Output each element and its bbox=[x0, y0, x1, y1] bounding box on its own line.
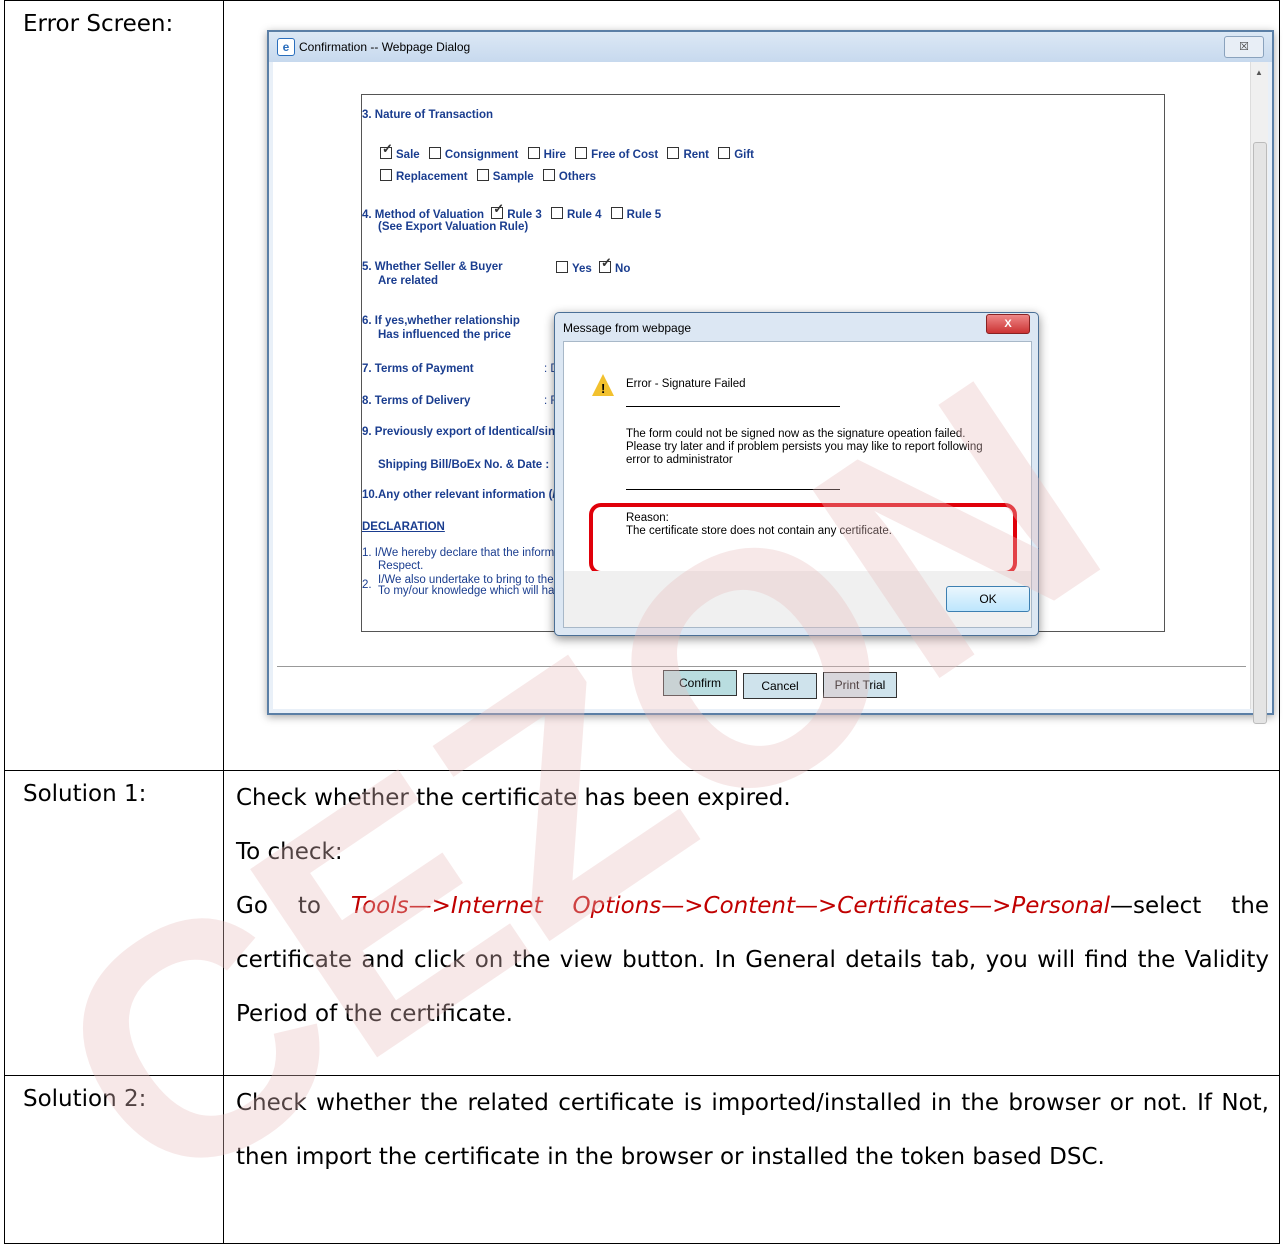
dialog-divider bbox=[277, 666, 1246, 667]
q3-options-row-2: Replacement Sample Others bbox=[380, 169, 596, 183]
warning-mark: ! bbox=[601, 381, 606, 396]
dialog-titlebar: e Confirmation -- Webpage Dialog ☒ bbox=[269, 32, 1272, 62]
opt-rent: Rent bbox=[683, 149, 709, 161]
declaration-2-number: 2. bbox=[362, 579, 372, 591]
ie-icon: e bbox=[277, 38, 295, 56]
message-rule-2 bbox=[626, 489, 840, 490]
checkbox-gift[interactable] bbox=[718, 147, 731, 159]
print-trial-button[interactable]: Print Trial bbox=[823, 672, 897, 698]
checkbox-free-of-cost[interactable] bbox=[575, 147, 588, 159]
message-footer: OK bbox=[563, 571, 1032, 628]
checkbox-rule-5[interactable] bbox=[610, 207, 623, 219]
opt-free-of-cost: Free of Cost bbox=[591, 149, 659, 161]
message-rule-1 bbox=[626, 406, 840, 407]
checkbox-sale[interactable] bbox=[380, 141, 393, 159]
declaration-2b: To my/our knowledge which will have bbox=[378, 585, 567, 597]
confirm-button[interactable]: Confirm bbox=[663, 670, 737, 696]
checkbox-replacement[interactable] bbox=[380, 169, 392, 181]
q3-label: 3. Nature of Transaction bbox=[362, 109, 494, 121]
dialog-close-icon[interactable]: ☒ bbox=[1224, 36, 1264, 58]
opt-rule-5: Rule 5 bbox=[626, 209, 662, 221]
checkbox-hire[interactable] bbox=[527, 147, 540, 159]
checkbox-rent[interactable] bbox=[667, 147, 680, 159]
message-body: ! Error - Signature Failed The form coul… bbox=[563, 341, 1032, 575]
row-label-solution-2: Solution 2: bbox=[4, 1075, 224, 1244]
reason-highlight bbox=[589, 503, 1017, 575]
declaration-1b: Respect. bbox=[378, 560, 424, 572]
q9-label: 9. Previously export of Identical/sin bbox=[362, 426, 556, 438]
message-body-3: error to administrator bbox=[626, 454, 733, 466]
solution-1-cell: Check whether the certificate has been e… bbox=[223, 770, 1280, 1076]
shipping-label: Shipping Bill/BoEx No. & Date : bbox=[378, 459, 550, 471]
opt-rule-3: Rule 3 bbox=[507, 209, 542, 221]
q5-options: Yes No bbox=[556, 255, 631, 275]
q8-label: 8. Terms of Delivery bbox=[362, 395, 471, 407]
declaration-1a: 1. I/We hereby declare that the informat… bbox=[362, 547, 567, 559]
message-title: Message from webpage bbox=[563, 321, 692, 335]
menu-path: Tools—>Internet Options—>Content—>Certif… bbox=[350, 893, 1110, 919]
solution-1-line-2: To check: bbox=[236, 839, 343, 865]
solution-2-text: Check whether the related certificate is… bbox=[236, 1090, 1269, 1170]
opt-others: Others bbox=[558, 171, 596, 183]
q3-options-row-1: Sale Consignment Hire Free of Cost Rent … bbox=[380, 141, 755, 161]
message-box: Message from webpage X ! Error - Signatu… bbox=[554, 312, 1039, 636]
solution-1-steps: Go to Tools—>Internet Options—>Content—>… bbox=[224, 879, 1279, 1041]
message-close-icon[interactable]: X bbox=[986, 314, 1030, 334]
row-label-error-screen: Error Screen: bbox=[4, 0, 224, 771]
opt-rule-4: Rule 4 bbox=[566, 209, 602, 221]
opt-sample: Sample bbox=[492, 171, 534, 183]
declaration-heading: DECLARATION bbox=[362, 521, 445, 533]
message-body-2: Please try later and if problem persists… bbox=[626, 441, 983, 453]
q6-label: 6. If yes,whether relationship bbox=[362, 315, 520, 327]
q4-label: 4. Method of Valuation bbox=[362, 209, 485, 221]
opt-consignment: Consignment bbox=[444, 149, 519, 161]
q10-label: 10.Any other relevant information (/ bbox=[362, 489, 556, 501]
checkbox-others[interactable] bbox=[542, 169, 555, 181]
q6-sub: Has influenced the price bbox=[378, 329, 511, 341]
cancel-button[interactable]: Cancel bbox=[743, 673, 817, 699]
checkbox-q5-no[interactable] bbox=[599, 255, 612, 273]
scroll-up-icon[interactable]: ▲ bbox=[1255, 68, 1263, 77]
q4-sub: (See Export Valuation Rule) bbox=[378, 221, 529, 233]
q5-no: No bbox=[615, 263, 631, 275]
q4-row: 4. Method of Valuation Rule 3 Rule 4 Rul… bbox=[362, 201, 662, 221]
dialog-title: Confirmation -- Webpage Dialog bbox=[299, 40, 471, 54]
row-label-solution-1: Solution 1: bbox=[4, 770, 224, 1076]
checkbox-q5-yes[interactable] bbox=[556, 261, 568, 273]
scroll-thumb[interactable] bbox=[1253, 142, 1267, 724]
q5-yes: Yes bbox=[572, 263, 592, 275]
ok-button[interactable]: OK bbox=[946, 586, 1030, 612]
dialog-scrollbar[interactable]: ▲ bbox=[1250, 62, 1268, 724]
message-body-1: The form could not be signed now as the … bbox=[626, 428, 966, 440]
opt-sale: Sale bbox=[396, 149, 420, 161]
message-heading: Error - Signature Failed bbox=[626, 378, 746, 390]
opt-hire: Hire bbox=[543, 149, 566, 161]
opt-gift: Gift bbox=[734, 149, 755, 161]
checkbox-sample[interactable] bbox=[476, 169, 489, 181]
checkbox-rule-4[interactable] bbox=[550, 207, 563, 219]
solution-1-line-1: Check whether the certificate has been e… bbox=[236, 785, 791, 811]
q7-label: 7. Terms of Payment bbox=[362, 363, 474, 375]
solution-2-cell: Check whether the related certificate is… bbox=[223, 1075, 1280, 1244]
opt-replacement: Replacement bbox=[396, 171, 468, 183]
q5-label: 5. Whether Seller & Buyer bbox=[362, 261, 503, 273]
checkbox-consignment[interactable] bbox=[428, 147, 441, 159]
go-prefix: Go to bbox=[236, 893, 351, 919]
checkbox-rule-3[interactable] bbox=[491, 201, 504, 219]
q5-sub: Are related bbox=[378, 275, 439, 287]
